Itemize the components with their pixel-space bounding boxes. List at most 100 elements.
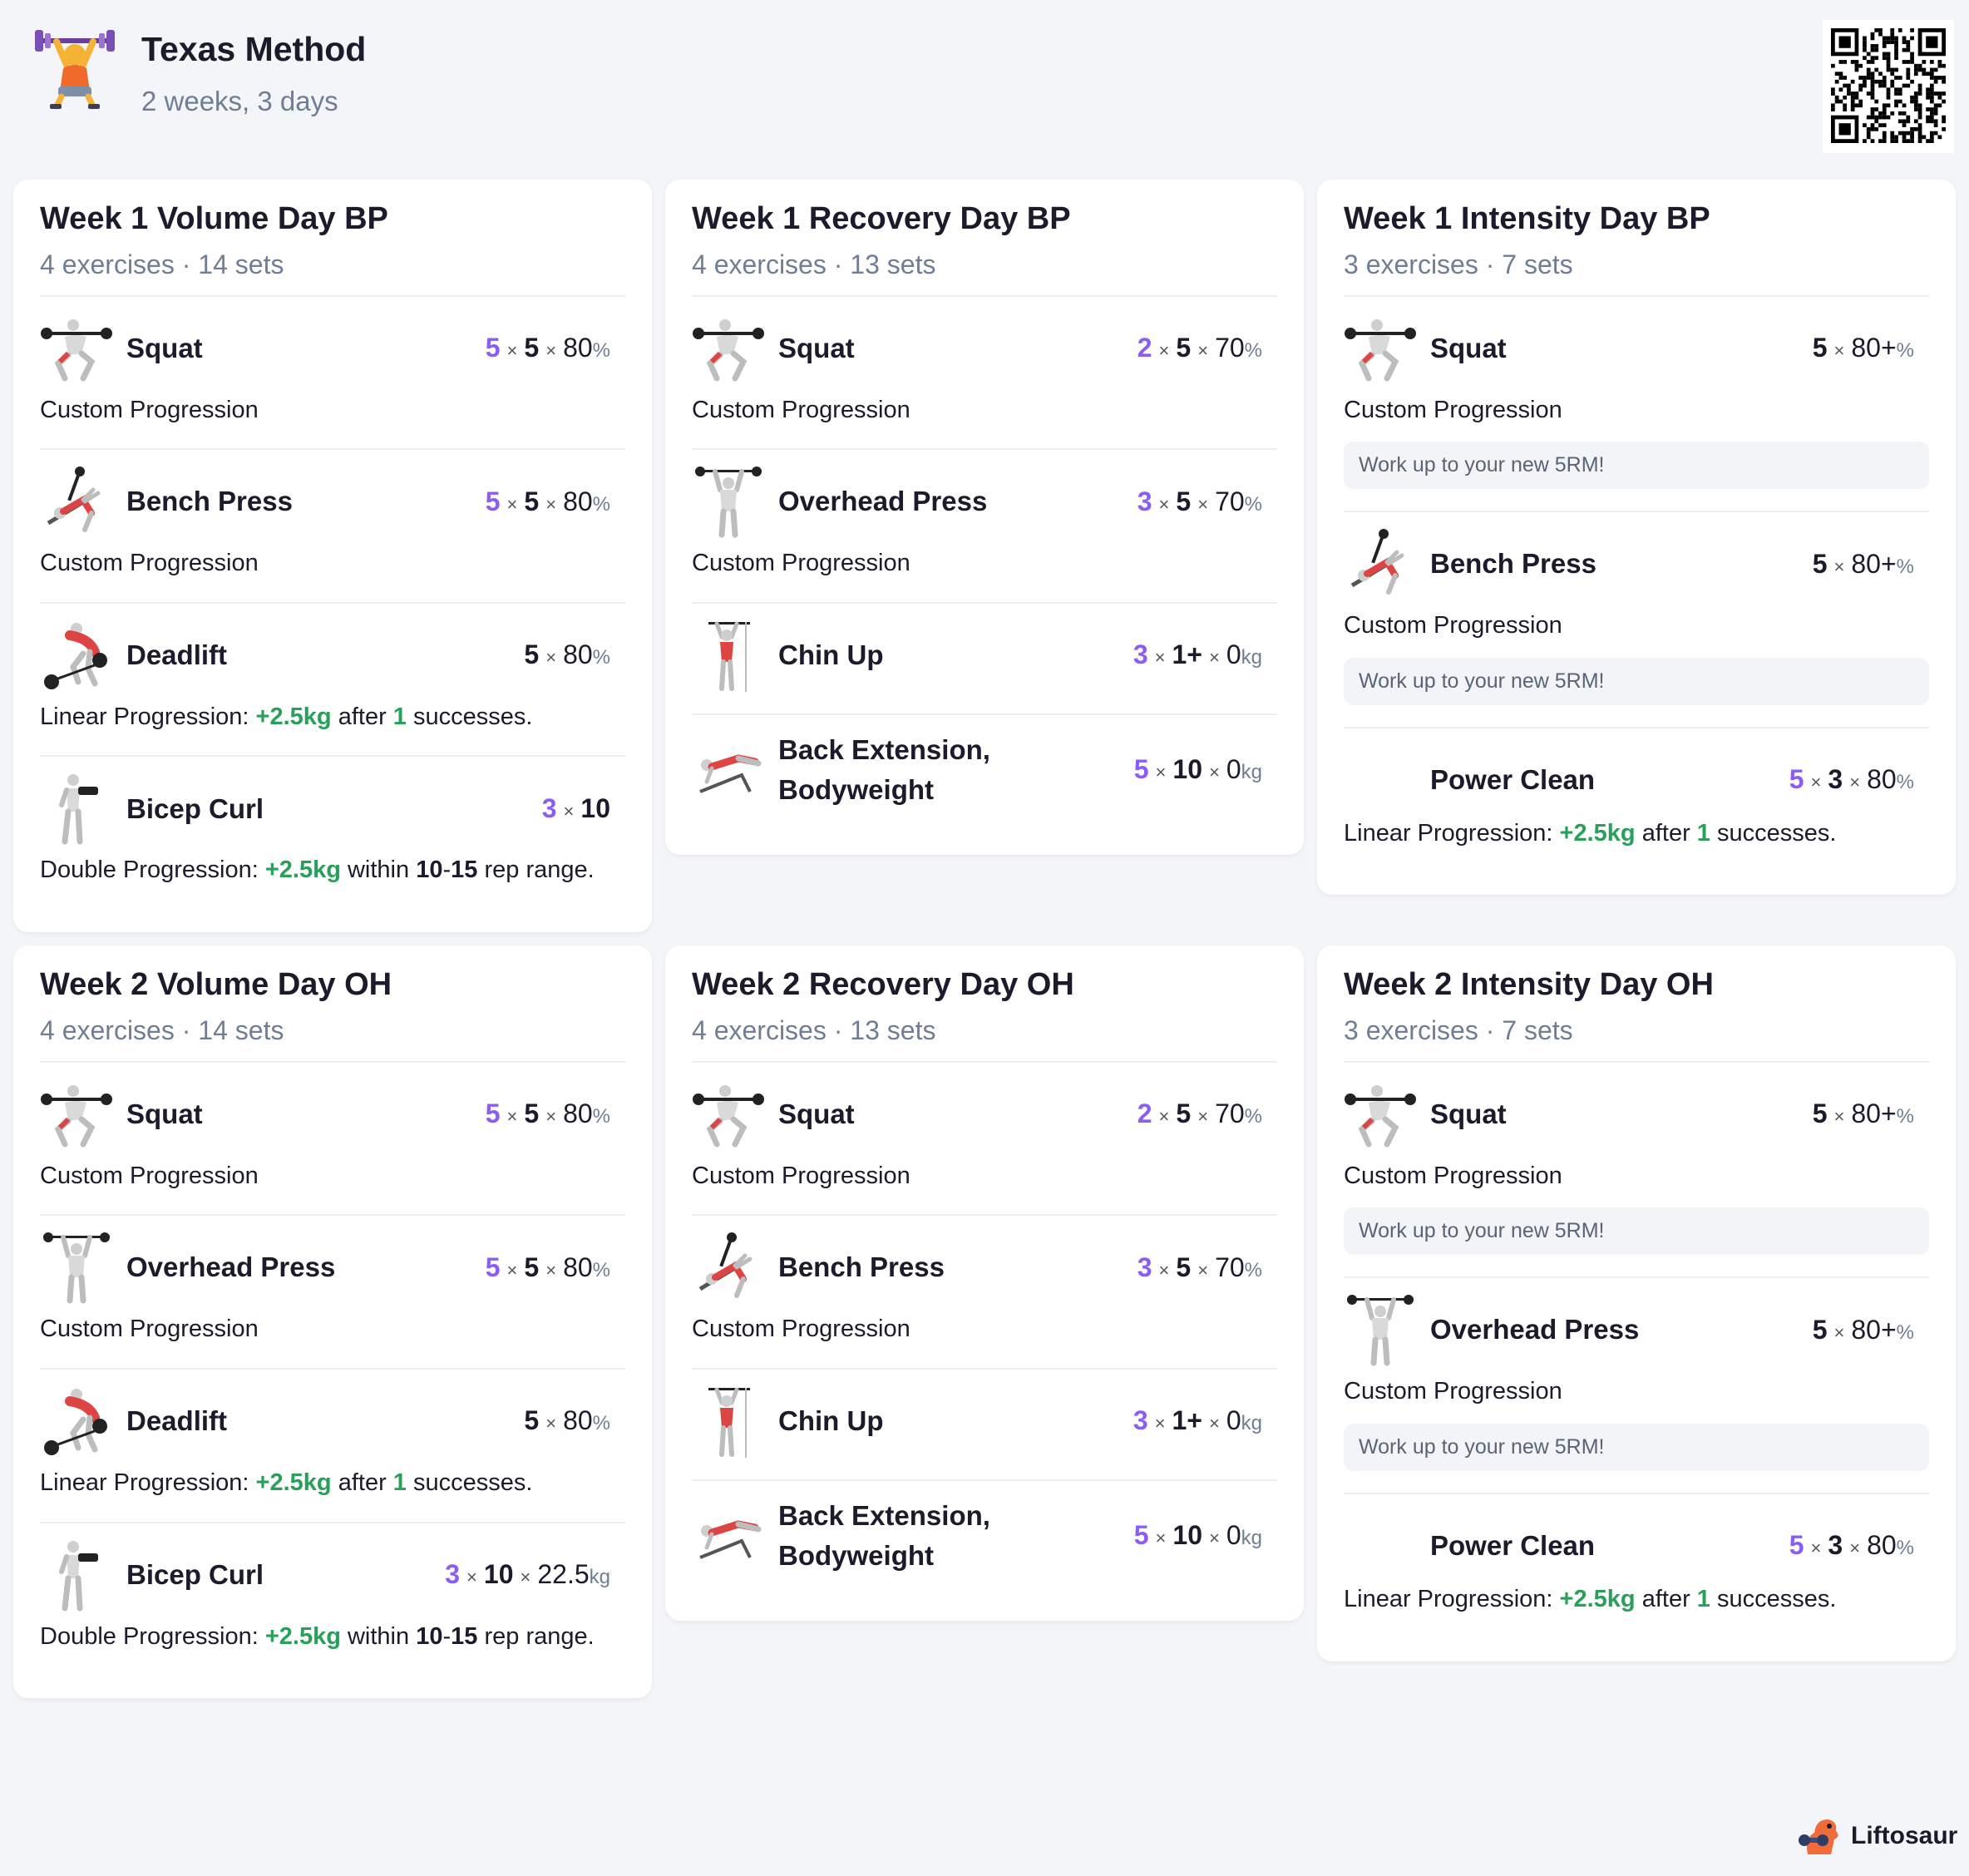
exercise-item[interactable]: Chin Up 3 × 1+ × 0kg [692,601,1277,713]
reps-count: 5 [524,639,540,670]
day-title: Week 1 Intensity Day BP [1344,201,1710,236]
exercise-item[interactable]: Squat 5 × 5 × 80% Custom Progression [40,1060,625,1215]
times-sign: × [1197,1106,1209,1128]
exercise-sets: 3 × 1+ × 0kg [1133,639,1277,670]
exercise-item[interactable]: Bicep Curl 3 × 10 Double Progression: +2.5kg… [40,755,625,909]
exercise-item[interactable]: Deadlift 5 × 80% Linear Progression: +2.5kg … [40,1367,625,1522]
exercise-item[interactable]: Squat 5 × 5 × 80% Custom Progression [40,294,625,449]
weight-unit: kg [1241,761,1262,784]
weight-value: 80 [563,1405,593,1436]
exercise-header: Overhead Press 5 × 5 × 80% [40,1231,625,1304]
exercise-item[interactable]: Squat 2 × 5 × 70% Custom Progression [692,294,1277,449]
exercise-header: Deadlift 5 × 80% [40,619,625,692]
progression-increment: +2.5kg [255,703,332,730]
brand-footer[interactable]: Liftosaur [1798,1813,1957,1859]
day-card[interactable]: Week 2 Recovery Day OH 4 exercises · 13 s… [665,945,1304,1621]
times-sign: × [545,647,557,669]
exercise-item[interactable]: Power Clean 5 × 3 × 80% Linear Progression: +2… [1344,726,1929,872]
exercise-name: Bench Press [778,1251,945,1283]
exercise-item[interactable]: Overhead Press 3 × 5 × 70% Custom Progression [692,448,1277,602]
exercise-item[interactable]: Bicep Curl 3 × 10 × 22.5kg Double Progression:… [40,1521,625,1676]
progression-word: after [1641,1585,1690,1612]
day-title: Week 1 Recovery Day BP [692,201,1071,236]
exercise-name: Overhead Press [778,486,988,517]
exercise-item[interactable]: Deadlift 5 × 80% Linear Progression: +2.5kg … [40,601,625,756]
squat-exercise-icon [1344,1078,1417,1151]
exercise-item[interactable]: Back Extension, Bodyweight 5 × 10 × 0kg [692,713,1277,832]
progression-tail: rep range. [484,1622,595,1650]
weight-value: 80 [563,333,593,363]
weight-value: 80+ [1851,548,1897,579]
reps-count: 5 [1812,1314,1828,1345]
curl-exercise-icon [40,772,113,845]
exercise-sets: 5 × 80% [524,639,625,670]
weightlifter-icon [35,30,115,110]
exercise-sets: 2 × 5 × 70% [1137,1098,1277,1129]
exercise-header: Power Clean 5 × 3 × 80% [1344,743,1929,817]
sets-count: 5 [485,486,501,516]
day-card[interactable]: Week 1 Recovery Day BP 4 exercises · 13 s… [665,180,1304,855]
times-sign: × [1158,1106,1170,1128]
day-card[interactable]: Week 2 Intensity Day OH 3 exercises · 7 s… [1317,945,1956,1661]
qr-code[interactable] [1823,20,1954,153]
exercise-item[interactable]: Squat 5 × 80+% Custom Progression Work up to … [1344,1060,1929,1277]
reps-count: 5 [524,1405,540,1436]
bench-exercise-icon [692,1231,765,1304]
exercise-name: Squat [126,332,203,363]
weight-value: 80+ [1851,333,1897,363]
exercise-item[interactable]: Bench Press 3 × 5 × 70% Custom Progression [692,1214,1277,1368]
exercise-item[interactable]: Power Clean 5 × 3 × 80% Linear Progression: +2… [1344,1492,1929,1638]
progression-text: Linear Progression: +2.5kg after 1 succe… [40,1466,625,1500]
progression-increment: +2.5kg [264,1622,341,1650]
day-card[interactable]: Week 2 Volume Day OH 4 exercises · 14 set… [13,945,652,1699]
progression-word: within [347,1622,410,1650]
exercise-name: Deadlift [126,1405,228,1437]
exercise-item[interactable]: Squat 5 × 80+% Custom Progression Work up to … [1344,294,1929,511]
exercise-item[interactable]: Bench Press 5 × 80+% Custom Progression Work … [1344,511,1929,727]
exercise-name: Bench Press [1430,548,1596,580]
day-title: Week 1 Volume Day BP [40,201,388,236]
day-card[interactable]: Week 1 Intensity Day BP 3 exercises · 7 s… [1317,180,1956,896]
exercise-header: Squat 2 × 5 × 70% [692,312,1277,385]
weight-value: 70 [1215,1098,1245,1129]
weight-value: 0 [1226,754,1241,785]
exercise-header: Back Extension, Bodyweight 5 × 10 × 0kg [692,730,1277,810]
exercise-header: Bench Press 5 × 80+% [1344,527,1929,600]
squat-exercise-icon [692,1078,765,1151]
reps-count: 5 [1812,548,1828,579]
times-sign: × [1849,772,1861,793]
exercise-header: Overhead Press 5 × 80+% [1344,1293,1929,1366]
exercise-name: Back Extension, Bodyweight [778,733,990,805]
day-card[interactable]: Week 1 Volume Day BP 4 exercises · 14 set… [13,180,652,933]
exercise-item[interactable]: Bench Press 5 × 5 × 80% Custom Progression [40,448,625,602]
rep-range-high: 15 [451,857,478,884]
weight-value: 80 [563,639,593,670]
weight-value: 80+ [1851,1314,1897,1345]
progression-text: Custom Progression [40,396,259,423]
exercise-header: Squat 5 × 5 × 80% [40,312,625,385]
progression-tail: successes. [413,1469,533,1496]
squat-exercise-icon [692,312,765,385]
exercise-item[interactable]: Back Extension, Bodyweight 5 × 10 × 0kg [692,1479,1277,1597]
day-title: Week 2 Intensity Day OH [1344,967,1714,1003]
times-sign: × [1833,555,1845,577]
exercise-name: Deadlift [126,639,228,670]
exercise-item[interactable]: Overhead Press 5 × 5 × 80% Custom Progression [40,1214,625,1368]
deadlift-exercise-icon [40,1385,113,1458]
ohp-exercise-icon [40,1231,113,1304]
reps-count: 5 [1812,333,1828,363]
weight-unit: % [592,1258,610,1281]
weight-unit: % [1896,1537,1914,1560]
exercise-item[interactable]: Overhead Press 5 × 80+% Custom Progression Wo… [1344,1276,1929,1493]
progression-tail: successes. [1717,1585,1837,1612]
rep-range-high: 15 [451,1622,478,1650]
progression-success-count: 1 [1696,819,1710,847]
sets-count: 3 [1133,1405,1148,1436]
progression-text: Custom Progression [1344,1378,1562,1405]
day-meta: 3 exercises · 7 sets [1344,249,1573,279]
exercise-item[interactable]: Chin Up 3 × 1+ × 0kg [692,1367,1277,1479]
week-row: Week 1 Volume Day BP 4 exercises · 14 set… [13,180,1956,933]
progression-text: Custom Progression [692,1162,910,1189]
exercise-item[interactable]: Squat 2 × 5 × 70% Custom Progression [692,1060,1277,1215]
progression-increment: +2.5kg [264,857,341,884]
